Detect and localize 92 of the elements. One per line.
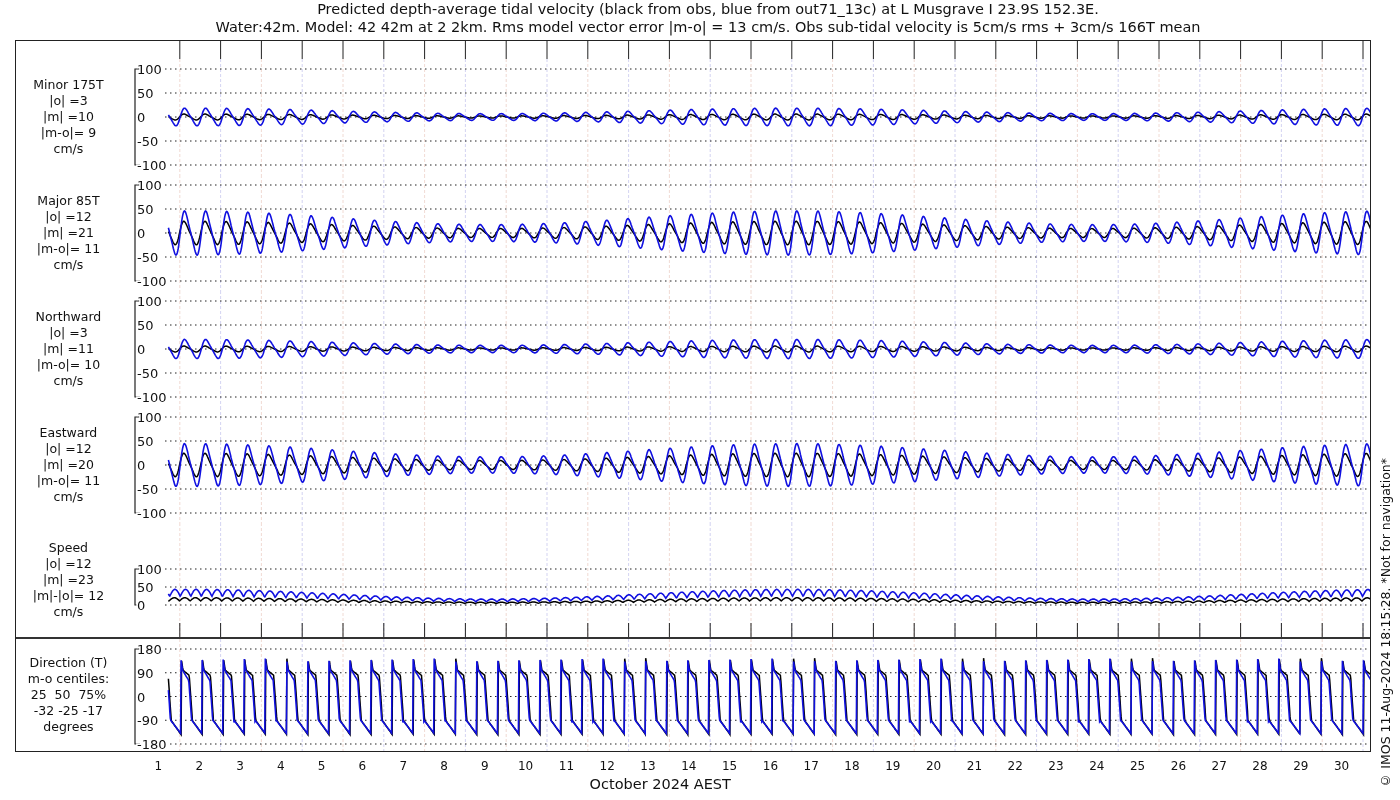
day-label: 18 <box>844 759 860 773</box>
tick-label: -100 <box>136 274 167 289</box>
day-label: 22 <box>1007 759 1023 773</box>
tick-label: -100 <box>136 158 167 173</box>
chart-title: Water:42m. Model: 42 42m at 2 2km. Rms model vector error |m-o| = 13 cm/s. Obs sub-tidal velocity is 5cm/s rms + 3cm/s 166T mean <box>215 18 1201 36</box>
panel-label: |m| =21 <box>43 225 94 241</box>
day-label: 28 <box>1252 759 1268 773</box>
tick-label: 0 <box>136 458 146 473</box>
tick-label: -90 <box>136 713 159 729</box>
tick-label: 180 <box>136 642 162 657</box>
day-label: 25 <box>1129 759 1146 773</box>
day-label: 14 <box>681 759 697 773</box>
panel-label: Major 85T <box>37 193 100 209</box>
panel-label: |o| =12 <box>45 441 92 457</box>
panel-label: |m|-|o|= 12 <box>32 588 105 604</box>
day-label: 5 <box>317 759 326 773</box>
tick-label: -50 <box>136 250 159 265</box>
tick-label: -100 <box>136 506 167 521</box>
copyright-note: © IMOS 11-Aug-2024 18:15:28. *Not for navigation* <box>1378 458 1393 788</box>
tick-label: 50 <box>136 202 154 217</box>
panel-label: degrees <box>43 719 94 735</box>
panel-label: |m| =10 <box>43 109 94 125</box>
tick-label: -180 <box>136 737 167 751</box>
day-label: 15 <box>721 759 738 773</box>
tick-label: 50 <box>136 318 154 333</box>
tick-label: 100 <box>136 294 162 309</box>
tick-label: 0 <box>136 226 146 241</box>
tick-label: 0 <box>136 110 146 125</box>
panel-label: |m| =11 <box>43 341 94 357</box>
panel-label: cm/s <box>53 604 84 620</box>
panel-label: |o| =3 <box>49 93 88 109</box>
tick-label: 0 <box>136 689 146 705</box>
tick-label: 0 <box>136 598 146 613</box>
tick-label: -100 <box>136 390 167 405</box>
tick-label: 100 <box>136 562 162 577</box>
panel-label: |m| =20 <box>43 457 94 473</box>
panel-label: Eastward <box>39 425 98 441</box>
day-label: 19 <box>885 759 901 773</box>
panel-label: -32 -25 -17 <box>33 703 104 719</box>
axis-title: October 2024 AEST <box>589 776 731 792</box>
panel-label: cm/s <box>53 141 84 157</box>
tick-label: 100 <box>136 410 162 425</box>
day-label: 6 <box>358 759 367 773</box>
day-label: 8 <box>440 759 448 773</box>
panel-label: |o| =12 <box>45 209 92 225</box>
day-label: 4 <box>277 759 285 773</box>
day-label: 2 <box>195 759 203 773</box>
panel-label: cm/s <box>53 257 84 273</box>
day-label: 23 <box>1048 759 1064 773</box>
tick-label: 0 <box>136 342 146 357</box>
panel-label: |m-o|= 10 <box>36 357 101 373</box>
panel-label: Speed <box>48 540 89 556</box>
tick-label: 50 <box>136 434 154 449</box>
day-label: 24 <box>1089 759 1105 773</box>
day-label: 21 <box>966 759 983 773</box>
panel-label: |m-o|= 11 <box>36 241 101 257</box>
day-label: 26 <box>1170 759 1187 773</box>
day-label: 13 <box>640 759 656 773</box>
day-label: 27 <box>1211 759 1227 773</box>
day-label: 7 <box>399 759 407 773</box>
day-label: 12 <box>599 759 615 773</box>
panel-label: |m-o|= 9 <box>40 125 97 141</box>
day-label: 17 <box>803 759 819 773</box>
day-label: 9 <box>481 759 489 773</box>
day-label: 16 <box>762 759 779 773</box>
tick-label: 90 <box>136 665 154 681</box>
tick-label: 100 <box>136 178 162 193</box>
tick-label: -50 <box>136 482 159 497</box>
day-label: 11 <box>558 759 575 773</box>
panel-label: Minor 175T <box>33 77 104 93</box>
day-label: 1 <box>154 759 163 773</box>
tick-label: 50 <box>136 86 154 101</box>
tick-label: -50 <box>136 366 159 381</box>
panel-label: |m-o|= 11 <box>36 473 101 489</box>
day-label: 3 <box>236 759 244 773</box>
panel-label: cm/s <box>53 489 84 505</box>
panel-label: Northward <box>35 309 102 325</box>
panel-label: |o| =3 <box>49 325 88 341</box>
panel-label: m-o centiles: <box>27 671 110 687</box>
day-label: 29 <box>1293 759 1309 773</box>
panel-label: Direction (T) <box>29 655 108 671</box>
panel-label: |o| =12 <box>45 556 92 572</box>
panel-label: |m| =23 <box>43 572 94 588</box>
day-label: 10 <box>517 759 534 773</box>
chart-title: Predicted depth-average tidal velocity (black from obs, blue from out71_13c) at L Musgrave I 23.9S 152.3E. <box>317 0 1099 18</box>
panel-label: 25 50 75% <box>30 687 107 703</box>
tick-label: 50 <box>136 580 154 595</box>
tick-label: 100 <box>136 62 162 77</box>
tick-label: -50 <box>136 134 159 149</box>
day-label: 30 <box>1333 759 1350 773</box>
day-label: 20 <box>925 759 942 773</box>
panel-label: cm/s <box>53 373 84 389</box>
